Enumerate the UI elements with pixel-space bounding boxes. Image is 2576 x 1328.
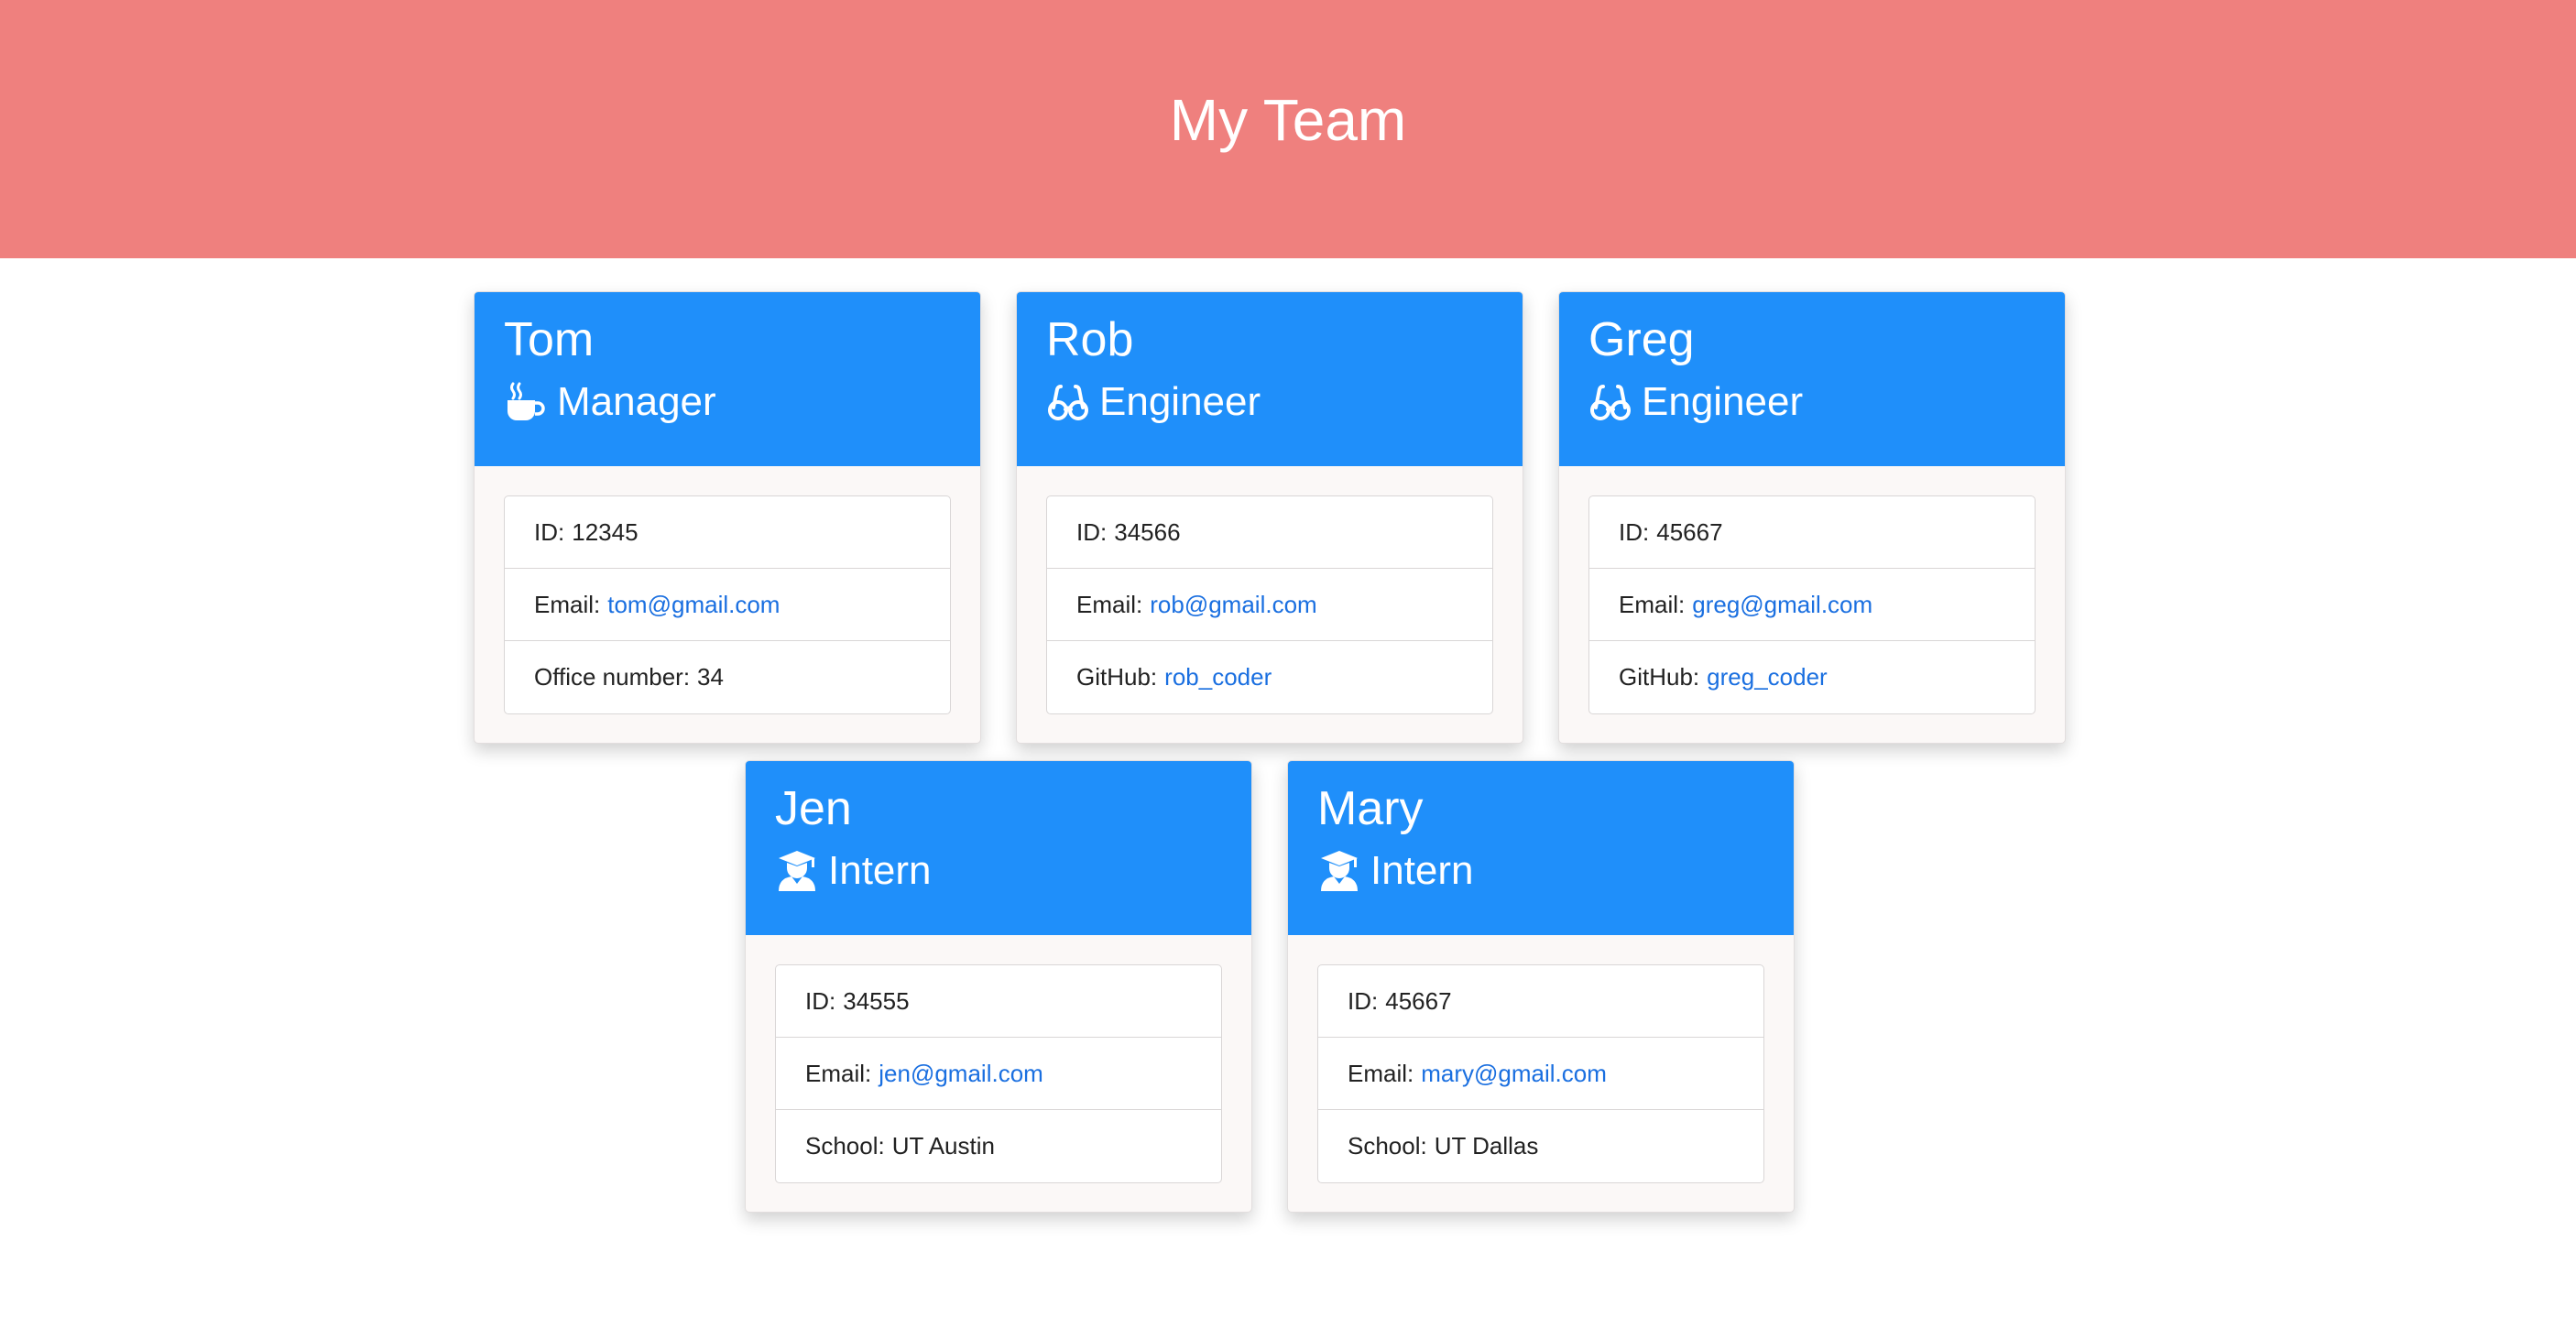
employee-role: Intern <box>1317 845 1764 897</box>
id-label: ID: <box>1348 986 1379 1015</box>
github-row: GitHub: rob_coder <box>1047 641 1492 713</box>
employee-name: Mary <box>1317 782 1424 835</box>
id-label: ID: <box>1076 517 1108 546</box>
id-row: ID: 12345 <box>505 496 950 569</box>
id-value: 34566 <box>1114 517 1181 546</box>
id-row: ID: 34555 <box>776 965 1221 1038</box>
employee-name: Rob <box>1046 313 1134 366</box>
employee-name: Greg <box>1588 313 1695 366</box>
employee-card-rob: Rob Engineer ID: 34566 Email: rob@gmail.… <box>1016 291 1523 744</box>
employee-role: Engineer <box>1588 376 2036 428</box>
employee-name: Tom <box>504 313 595 366</box>
office-number-value: 34 <box>697 663 724 691</box>
school-row: School: UT Dallas <box>1318 1110 1763 1182</box>
github-link[interactable]: greg_coder <box>1707 663 1828 691</box>
card-header: Tom Manager <box>475 292 980 466</box>
email-link[interactable]: greg@gmail.com <box>1692 591 1872 619</box>
coffee-icon <box>504 380 548 424</box>
page-header: My Team <box>0 0 2576 258</box>
card-header: Mary Intern <box>1288 761 1794 935</box>
id-row: ID: 34566 <box>1047 496 1492 569</box>
email-label: Email: <box>1619 590 1686 618</box>
email-row: Email: mary@gmail.com <box>1318 1038 1763 1110</box>
github-label: GitHub: <box>1619 663 1700 691</box>
employee-role: Intern <box>775 845 1222 897</box>
school-label: School: <box>1348 1132 1427 1159</box>
card-body: ID: 34566 Email: rob@gmail.com GitHub: r… <box>1017 466 1523 714</box>
id-row: ID: 45667 <box>1318 965 1763 1038</box>
school-value: UT Austin <box>891 1132 995 1159</box>
info-list: ID: 45667 Email: mary@gmail.com School: … <box>1317 964 1764 1183</box>
github-row: GitHub: greg_coder <box>1589 641 2035 713</box>
email-row: Email: jen@gmail.com <box>776 1038 1221 1110</box>
email-link[interactable]: tom@gmail.com <box>607 591 780 619</box>
id-row: ID: 45667 <box>1589 496 2035 569</box>
email-link[interactable]: mary@gmail.com <box>1421 1060 1607 1088</box>
employee-role: Engineer <box>1046 376 1493 428</box>
info-list: ID: 45667 Email: greg@gmail.com GitHub: … <box>1588 495 2036 714</box>
info-list: ID: 34555 Email: jen@gmail.com School: U… <box>775 964 1222 1183</box>
card-header: Greg Engineer <box>1559 292 2065 466</box>
card-header: Rob Engineer <box>1017 292 1523 466</box>
id-value: 45667 <box>1656 517 1723 546</box>
page-title: My Team <box>1169 87 1407 153</box>
school-value: UT Dallas <box>1434 1132 1539 1159</box>
id-value: 34555 <box>843 986 910 1015</box>
employee-card-tom: Tom Manager ID: 12345 Email: tom@gmail.c… <box>474 291 981 744</box>
card-body: ID: 34555 Email: jen@gmail.com School: U… <box>746 935 1251 1183</box>
employee-role: Manager <box>504 376 951 428</box>
id-label: ID: <box>805 986 836 1015</box>
email-link[interactable]: rob@gmail.com <box>1150 591 1316 619</box>
id-label: ID: <box>1619 517 1650 546</box>
employee-name: Jen <box>775 782 852 835</box>
github-link[interactable]: rob_coder <box>1164 663 1272 691</box>
office-number-label: Office number: <box>534 663 691 691</box>
info-list: ID: 12345 Email: tom@gmail.com Office nu… <box>504 495 951 714</box>
email-label: Email: <box>1348 1059 1414 1087</box>
id-value: 45667 <box>1385 986 1452 1015</box>
github-label: GitHub: <box>1076 663 1158 691</box>
card-body: ID: 45667 Email: greg@gmail.com GitHub: … <box>1559 466 2065 714</box>
school-row: School: UT Austin <box>776 1110 1221 1182</box>
graduate-icon <box>1317 849 1361 893</box>
card-body: ID: 45667 Email: mary@gmail.com School: … <box>1288 935 1794 1183</box>
email-row: Email: tom@gmail.com <box>505 569 950 641</box>
employee-card-mary: Mary Intern ID: 45667 Email: mary@gmail.… <box>1287 760 1795 1213</box>
role-label: Manager <box>557 379 716 424</box>
graduate-icon <box>775 849 819 893</box>
email-label: Email: <box>1076 590 1143 618</box>
role-label: Intern <box>1370 848 1474 893</box>
email-row: Email: greg@gmail.com <box>1589 569 2035 641</box>
employee-card-jen: Jen Intern ID: 34555 Email: jen@gmail.co… <box>745 760 1252 1213</box>
email-link[interactable]: jen@gmail.com <box>879 1060 1043 1088</box>
email-label: Email: <box>805 1059 872 1087</box>
email-row: Email: rob@gmail.com <box>1047 569 1492 641</box>
role-label: Intern <box>828 848 932 893</box>
id-value: 12345 <box>572 517 639 546</box>
glasses-icon <box>1588 380 1632 424</box>
email-label: Email: <box>534 590 601 618</box>
employee-card-greg: Greg Engineer ID: 45667 Email: greg@gmai… <box>1558 291 2066 744</box>
card-header: Jen Intern <box>746 761 1251 935</box>
office-number-row: Office number: 34 <box>505 641 950 713</box>
info-list: ID: 34566 Email: rob@gmail.com GitHub: r… <box>1046 495 1493 714</box>
id-label: ID: <box>534 517 565 546</box>
glasses-icon <box>1046 380 1090 424</box>
card-body: ID: 12345 Email: tom@gmail.com Office nu… <box>475 466 980 714</box>
school-label: School: <box>805 1132 885 1159</box>
role-label: Engineer <box>1099 379 1261 424</box>
role-label: Engineer <box>1642 379 1804 424</box>
